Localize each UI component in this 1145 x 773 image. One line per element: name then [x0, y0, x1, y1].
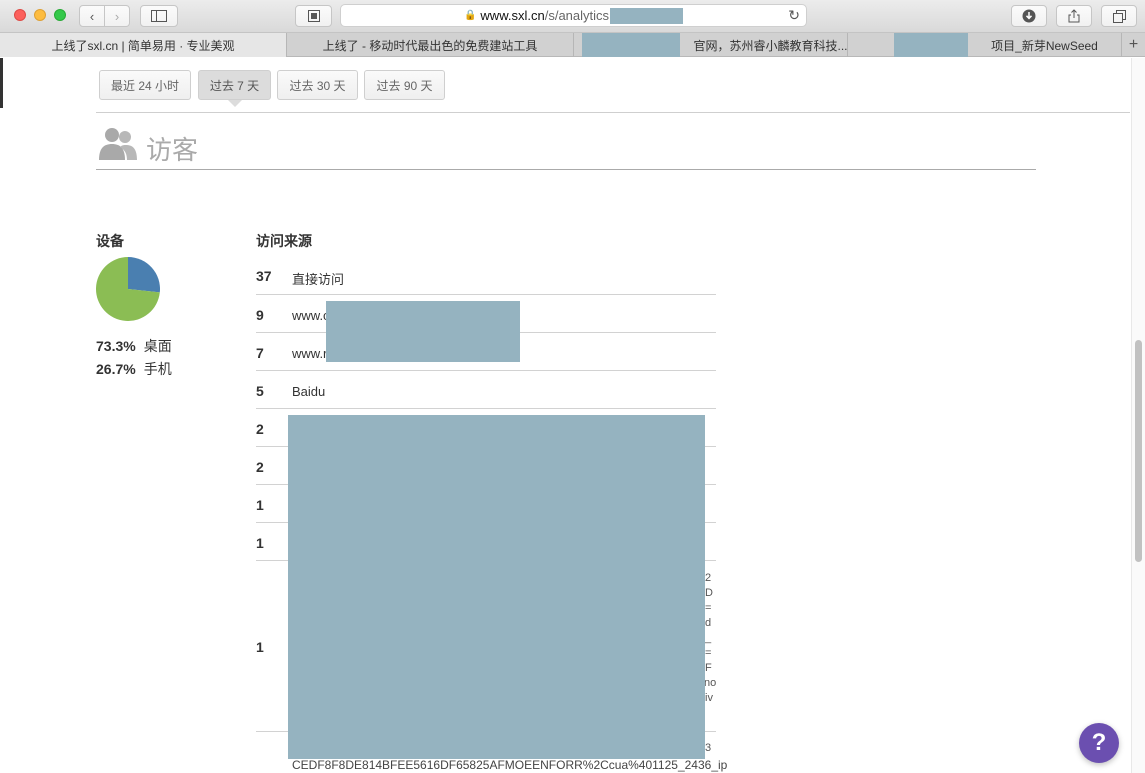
minimize-window-button[interactable]: [34, 9, 46, 21]
sidebar-button[interactable]: [140, 5, 178, 27]
referrer-count: 1: [256, 535, 264, 551]
referrer-count: 5: [256, 383, 264, 399]
redaction-box: [326, 301, 520, 362]
download-icon: [1022, 9, 1036, 23]
url-fragment: 3: [705, 742, 712, 754]
back-button[interactable]: ‹: [79, 5, 105, 27]
referrer-count: 7: [256, 345, 264, 361]
referrer-source[interactable]: www.c: [292, 308, 330, 323]
browser-toolbar: ‹ › 🔒 www.sxl.cn /s/analytics ↻: [0, 0, 1145, 33]
referrer-count: 9: [256, 307, 264, 323]
address-bar[interactable]: 🔒 www.sxl.cn /s/analytics ↻: [340, 4, 807, 27]
referrer-source[interactable]: www.r: [292, 346, 327, 361]
tab-redaction: [582, 33, 680, 57]
page-scrollbar[interactable]: [1131, 58, 1145, 773]
tab-3[interactable]: 官网，苏州睿小麟教育科技...: [574, 33, 848, 57]
zoom-window-button[interactable]: [54, 9, 66, 21]
device-label: 手机: [143, 361, 172, 377]
url-path: /s/analytics: [544, 8, 610, 23]
url-fragment: =: [705, 602, 712, 614]
tab-overview-button[interactable]: [1101, 5, 1137, 27]
share-icon: [1068, 9, 1080, 23]
device-label: 桌面: [143, 338, 172, 354]
devices-title: 设备: [96, 233, 124, 249]
close-window-button[interactable]: [14, 9, 26, 21]
reader-button[interactable]: [295, 5, 332, 27]
referrer-count: 37: [256, 268, 272, 284]
referrer-long-url[interactable]: CEDF8F8DE814BFEE5616DF65825AFMOEENFORR%2…: [292, 758, 727, 772]
range-24h-button[interactable]: 最近 24 小时: [99, 70, 191, 100]
url-fragment: F: [705, 662, 712, 674]
tab-title: 官网，苏州睿小麟教育科技...: [693, 38, 848, 53]
referrer-count: 1: [256, 497, 264, 513]
referrer-source[interactable]: Baidu: [292, 384, 325, 399]
tab-title: 项目_新芽NewSeed: [991, 38, 1098, 53]
page-content: 最近 24 小时 过去 7 天 过去 30 天 过去 90 天 访客 设备 73…: [0, 58, 1145, 773]
lock-icon: 🔒: [463, 10, 477, 21]
range-7d-label: 过去 7 天: [209, 78, 260, 93]
range-30d-button[interactable]: 过去 30 天: [277, 70, 358, 100]
sidebar-icon: [151, 10, 167, 22]
device-desktop-row: 73.3% 桌面: [96, 336, 172, 356]
url-fragment: d: [705, 617, 712, 629]
active-caret-icon: [227, 100, 242, 107]
tab-4[interactable]: 项目_新芽NewSeed: [848, 33, 1122, 57]
referrer-source[interactable]: 直接访问: [292, 269, 344, 288]
tabs-icon: [1112, 9, 1126, 23]
device-mobile-row: 26.7% 手机: [96, 359, 172, 379]
tab-title: 上线了 - 移动时代最出色的免费建站工具: [322, 38, 538, 53]
device-pie-chart: [96, 257, 160, 321]
url-domain: www.sxl.cn: [480, 8, 545, 23]
divider: [96, 112, 1130, 113]
window-edge: [0, 58, 3, 108]
scroll-thumb[interactable]: [1135, 340, 1142, 562]
downloads-button[interactable]: [1011, 5, 1047, 27]
help-button[interactable]: ?: [1079, 723, 1119, 763]
chevron-right-icon: ›: [114, 8, 120, 24]
referrer-row: 37 直接访问: [256, 257, 716, 295]
url-fragment: iv: [705, 692, 713, 704]
reload-icon[interactable]: ↻: [788, 7, 800, 24]
url-fragment: no: [704, 677, 717, 689]
url-fragment: =: [705, 647, 712, 659]
new-tab-button[interactable]: +: [1122, 33, 1145, 57]
device-pct: 73.3%: [96, 338, 136, 354]
referrers-title: 访问来源: [256, 233, 312, 249]
section-title: 访客: [146, 135, 199, 165]
url-redaction: [610, 7, 684, 24]
range-90d-button[interactable]: 过去 90 天: [364, 70, 445, 100]
redaction-box: [288, 415, 705, 759]
tab-title: 上线了sxl.cn | 简单易用 · 专业美观: [51, 38, 235, 53]
referrer-row: 5 Baidu: [256, 371, 716, 409]
visitors-section-header: 访客: [96, 122, 1036, 170]
device-pct: 26.7%: [96, 361, 136, 377]
url-fragment: 2: [705, 572, 712, 584]
chevron-left-icon: ‹: [89, 8, 95, 24]
tab-2[interactable]: 上线了 - 移动时代最出色的免费建站工具: [287, 33, 574, 57]
people-icon: [99, 128, 137, 160]
referrer-count: 2: [256, 421, 264, 437]
forward-button[interactable]: ›: [104, 5, 130, 27]
referrer-count: 1: [256, 639, 264, 655]
tab-redaction: [894, 33, 968, 57]
pie-slice: [128, 257, 160, 293]
url-fragment: D: [705, 587, 713, 599]
url-fragment: _: [705, 632, 712, 644]
referrer-count: 2: [256, 459, 264, 475]
share-button[interactable]: [1056, 5, 1092, 27]
range-7d-button[interactable]: 过去 7 天: [198, 70, 271, 107]
tab-1[interactable]: 上线了sxl.cn | 简单易用 · 专业美观: [0, 33, 287, 57]
reader-icon: [307, 10, 320, 22]
tab-bar: 上线了sxl.cn | 简单易用 · 专业美观 上线了 - 移动时代最出色的免费…: [0, 33, 1145, 57]
